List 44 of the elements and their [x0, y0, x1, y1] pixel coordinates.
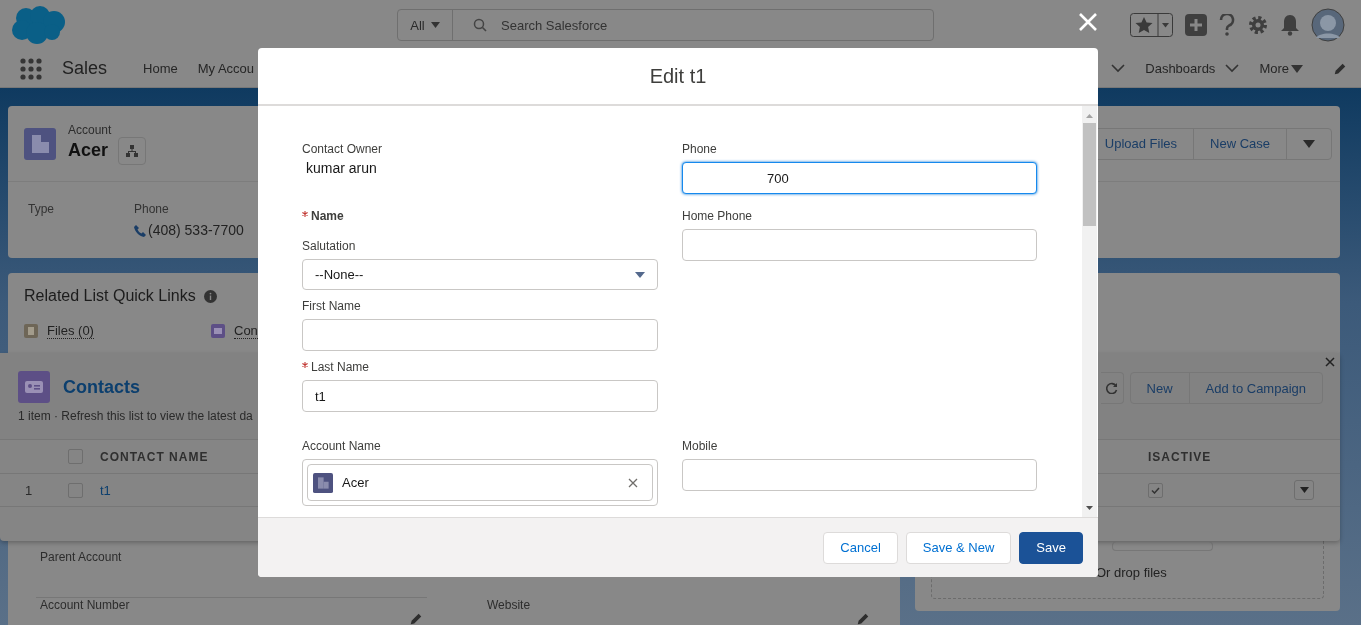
section-title: Related List Quick Links	[24, 287, 196, 305]
dialog-title: Edit t1	[649, 64, 707, 88]
quick-link[interactable]: Con	[234, 323, 258, 339]
field-label: Mobile	[682, 438, 718, 454]
record-name: Acer	[68, 140, 109, 161]
action-button[interactable]: New	[1130, 373, 1190, 403]
scope-dropdown[interactable]: All	[398, 10, 453, 40]
owner-value: kumar arun	[305, 160, 378, 176]
phone-value[interactable]: (408) 533-7700	[148, 222, 244, 238]
row-number: 1	[25, 482, 33, 498]
field-label: Account Number	[40, 598, 130, 612]
nav-tab[interactable]: My Accou	[197, 61, 255, 76]
search-placeholder: Search Salesforce	[501, 17, 608, 33]
quick-link[interactable]: Files (0)	[47, 323, 94, 339]
save-button[interactable]: Save	[1019, 531, 1083, 564]
field-label: Home Phone	[682, 208, 753, 224]
panel-title[interactable]: Contacts	[63, 376, 140, 398]
field-label: Phone	[134, 202, 170, 216]
nav-tab[interactable]: More	[1259, 61, 1289, 76]
action-button[interactable]: New Case	[1194, 128, 1287, 159]
salutation-select[interactable]: --None--	[302, 259, 658, 290]
app-name: Sales	[62, 58, 108, 79]
nav-tab[interactable]: Dashboards	[1145, 61, 1216, 76]
dialog-button[interactable]: Save & New	[905, 531, 1012, 564]
action-button[interactable]: Add to Campaign	[1189, 373, 1322, 403]
field-label: Phone	[682, 141, 717, 157]
column-header[interactable]: ISACTIVE	[1148, 449, 1212, 464]
field-label: Contact Owner	[302, 141, 383, 157]
field-label: Last Name	[311, 359, 370, 375]
dialog-button[interactable]: Cancel	[823, 531, 898, 564]
field-label: Salutation	[302, 238, 356, 254]
field-label: Parent Account	[40, 550, 122, 564]
nav-tab[interactable]: Home	[143, 61, 178, 76]
search-field[interactable]: All Search Salesforce	[397, 9, 934, 41]
object-label: Account	[68, 122, 113, 137]
field-label: Website	[487, 598, 531, 612]
input-field[interactable]: t1	[302, 380, 658, 412]
section-label: Name	[311, 208, 344, 224]
input-field[interactable]: 700	[682, 162, 1037, 194]
field-label: Account Name	[302, 438, 381, 454]
field-label: First Name	[302, 298, 361, 314]
contact-link[interactable]: t1	[100, 482, 111, 498]
list-summary: 1 item · Refresh this list to view the latest da	[18, 409, 254, 423]
field-label: Type	[28, 202, 55, 216]
